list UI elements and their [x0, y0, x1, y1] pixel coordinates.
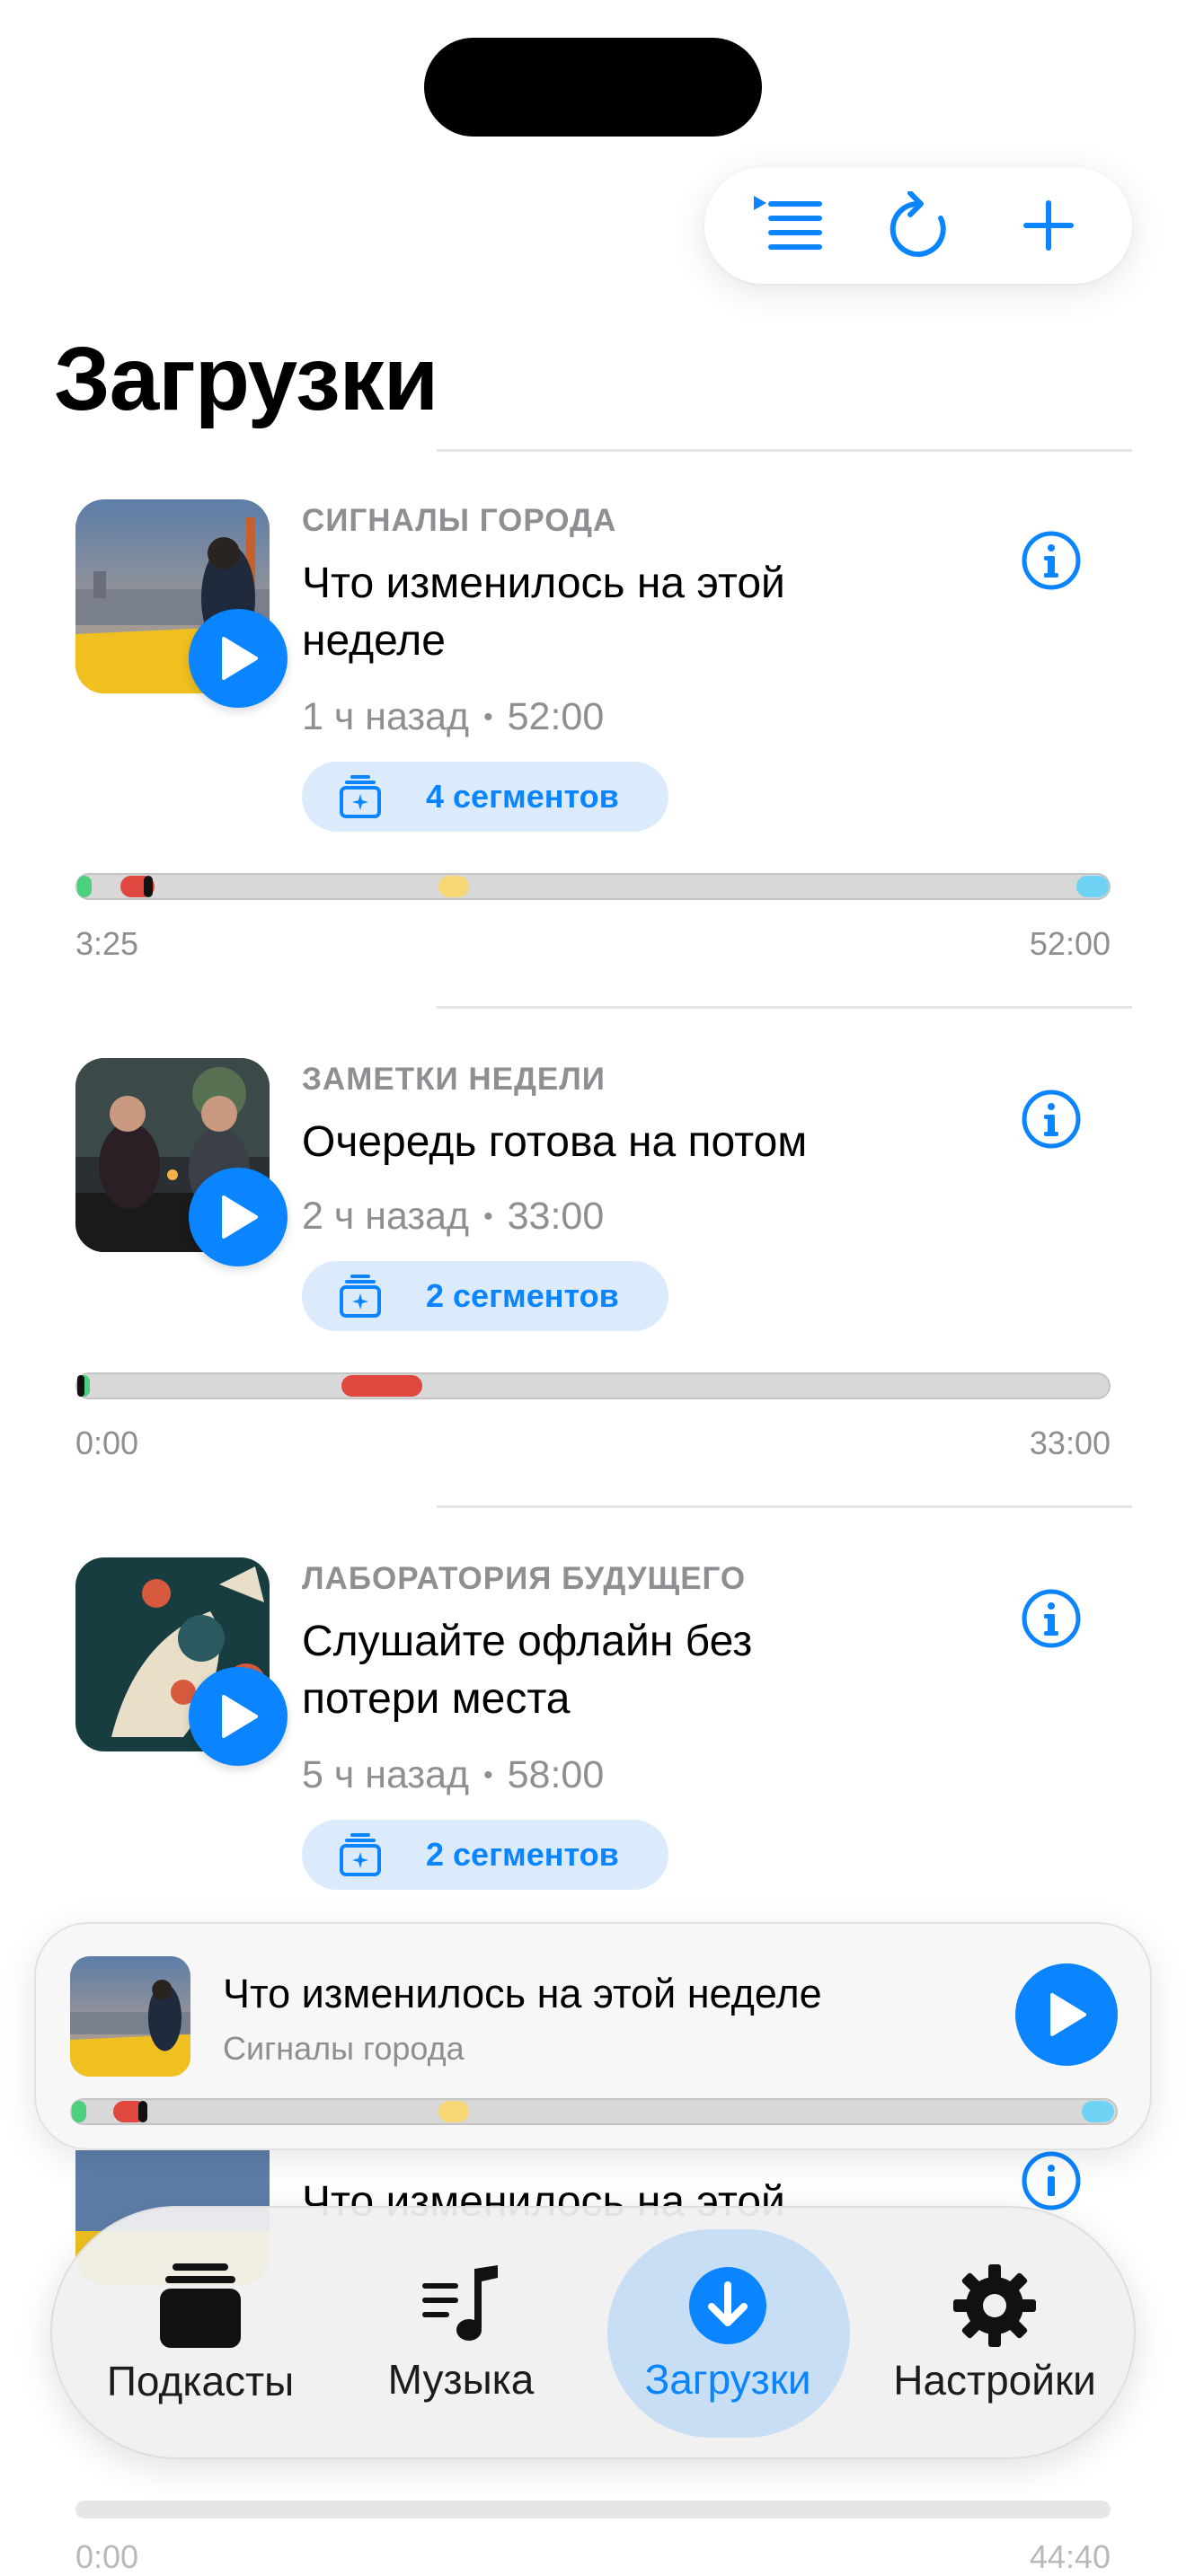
segment-marker-yellow — [438, 2101, 469, 2122]
total-time: 44:40 — [1029, 2538, 1111, 2575]
elapsed-time: 0:00 — [75, 2538, 139, 2575]
top-toolbar — [704, 167, 1132, 284]
play-button[interactable] — [189, 609, 288, 708]
info-button[interactable] — [1021, 1089, 1082, 1150]
page-title: Загрузки — [54, 329, 438, 429]
segment-marker-cyan — [1082, 2101, 1114, 2122]
tab-music[interactable]: Музыка — [331, 2208, 591, 2461]
play-icon — [222, 1695, 258, 1738]
show-name: ЛАБОРАТОРИЯ БУДУЩЕГО — [302, 1561, 747, 1596]
refresh-button[interactable] — [869, 176, 968, 275]
total-time: 52:00 — [1029, 925, 1111, 962]
playhead[interactable] — [77, 1375, 84, 1397]
play-icon — [222, 1195, 258, 1239]
separator — [437, 1006, 1132, 1009]
episode-artwork — [75, 1557, 288, 1766]
tab-bar: Подкасты Музыка Загрузки Настройки — [50, 2206, 1136, 2459]
segments-button[interactable]: 4 сегментов — [302, 762, 668, 832]
info-button[interactable] — [1021, 530, 1082, 591]
episode-progress-bar[interactable] — [75, 1372, 1111, 1399]
playhead[interactable] — [138, 2101, 147, 2122]
segments-sparkle-icon — [340, 775, 381, 818]
episode-artwork — [75, 1058, 288, 1266]
episode-age: 2 ч назад — [302, 1195, 470, 1238]
segment-marker-green — [72, 2101, 86, 2122]
episode-title: Очередь готова на потом — [302, 1118, 808, 1166]
info-button[interactable] — [1021, 2150, 1082, 2216]
tab-downloads[interactable]: Загрузки — [591, 2208, 864, 2461]
show-name: ЗАМЕТКИ НЕДЕЛИ — [302, 1062, 606, 1097]
tab-label: Настройки — [893, 2357, 1096, 2404]
segment-marker-red — [341, 1375, 422, 1397]
segments-button[interactable]: 2 сегментов — [302, 1261, 668, 1331]
tab-label: Музыка — [387, 2356, 535, 2403]
mini-player-show: Сигналы города — [223, 2030, 465, 2067]
mini-player-artwork — [70, 1956, 190, 2077]
segments-label: 2 сегментов — [426, 1836, 619, 1873]
add-button[interactable] — [999, 176, 1098, 275]
elapsed-time: 0:00 — [75, 1425, 139, 1461]
music-note-list-icon — [422, 2265, 498, 2341]
dynamic-island — [424, 38, 762, 137]
info-icon — [1022, 1090, 1081, 1149]
play-icon — [222, 637, 258, 680]
episode-age: 1 ч назад — [302, 695, 470, 738]
play-icon — [1050, 1993, 1086, 2036]
tab-label: Загрузки — [644, 2356, 811, 2403]
segments-sparkle-icon — [340, 1275, 381, 1318]
gear-icon — [953, 2264, 1036, 2347]
download-circle-icon — [689, 2267, 766, 2344]
segments-label: 4 сегментов — [426, 778, 619, 815]
play-button[interactable] — [189, 1667, 288, 1766]
episode-duration: 33:00 — [507, 1195, 605, 1238]
tab-label: Подкасты — [106, 2358, 295, 2404]
segments-label: 2 сегментов — [426, 1277, 619, 1314]
info-icon — [1022, 531, 1081, 590]
segments-sparkle-icon — [340, 1833, 381, 1876]
mini-player-title: Что изменилось на этой неделе — [223, 1971, 822, 2016]
info-icon — [1022, 1589, 1081, 1648]
info-icon — [1022, 2151, 1081, 2210]
tab-settings[interactable]: Настройки — [864, 2208, 1125, 2461]
episode-meta: 1 ч назад • 52:00 — [302, 695, 605, 738]
episode-meta: 2 ч назад • 33:00 — [302, 1195, 605, 1238]
plus-icon — [1023, 200, 1075, 251]
separator — [437, 449, 1132, 452]
episode-duration: 52:00 — [507, 695, 605, 738]
tab-podcasts[interactable]: Подкасты — [70, 2208, 331, 2461]
mini-player[interactable]: Что изменилось на этой неделе Сигналы го… — [34, 1922, 1152, 2150]
segment-marker-cyan — [1076, 876, 1109, 897]
show-name: СИГНАЛЫ ГОРОДА — [302, 503, 617, 538]
refresh-icon — [890, 191, 946, 257]
segments-button[interactable]: 2 сегментов — [302, 1820, 668, 1890]
episode-meta: 5 ч назад • 58:00 — [302, 1753, 605, 1796]
episode-artwork — [75, 499, 288, 708]
separator — [437, 1505, 1132, 1508]
queue-button[interactable] — [739, 176, 837, 275]
episode-progress-bar[interactable] — [75, 873, 1111, 900]
mini-player-progress-bar[interactable] — [70, 2098, 1118, 2125]
mini-player-play-button[interactable] — [1015, 1963, 1118, 2066]
episode-title: Что изменилось на этой неделе — [302, 560, 785, 665]
total-time: 33:00 — [1029, 1425, 1111, 1461]
segment-marker-yellow — [438, 876, 469, 897]
playhead[interactable] — [144, 876, 153, 897]
episode-duration: 58:00 — [507, 1753, 605, 1796]
elapsed-time: 3:25 — [75, 925, 139, 962]
list-with-play-icon — [753, 196, 822, 250]
info-button[interactable] — [1021, 1588, 1082, 1649]
podcasts-stack-icon — [160, 2263, 241, 2348]
episode-age: 5 ч назад — [302, 1753, 470, 1796]
play-button[interactable] — [189, 1168, 288, 1266]
episode-title: Слушайте офлайн без потери места — [302, 1618, 753, 1723]
segment-marker-green — [77, 876, 92, 897]
